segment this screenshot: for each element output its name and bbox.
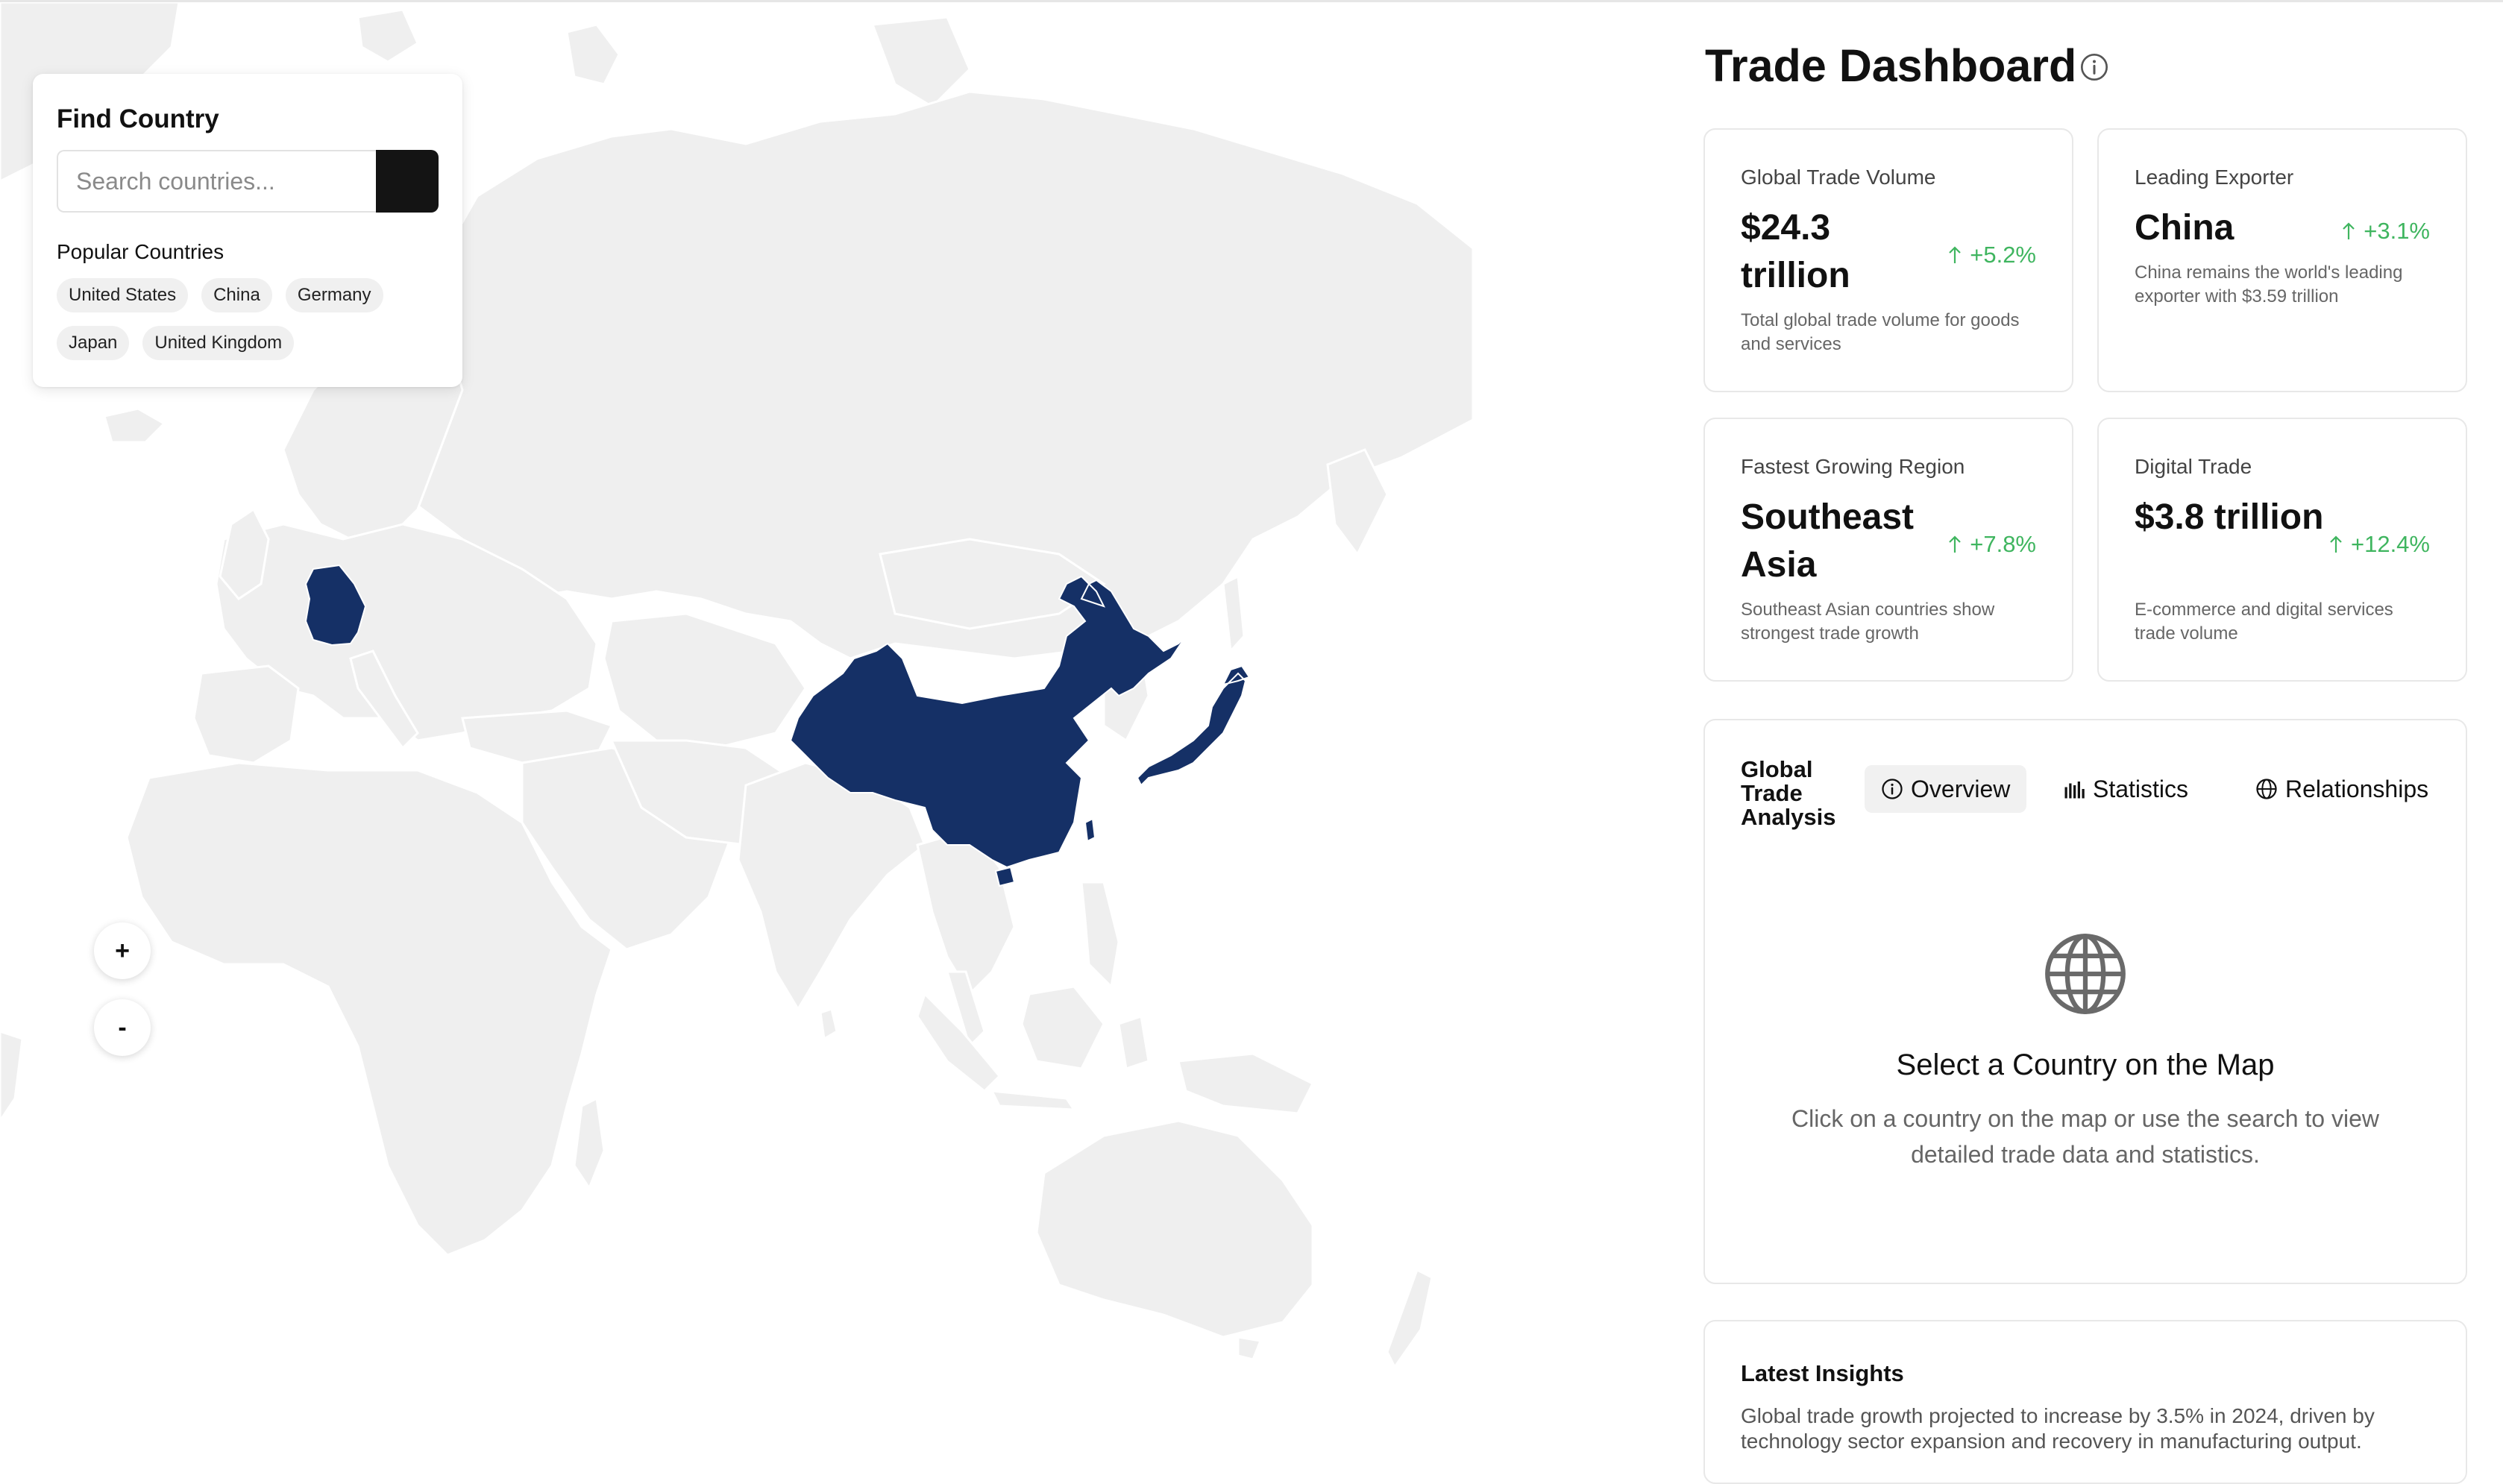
chip-united-kingdom[interactable]: United Kingdom xyxy=(142,326,295,360)
country-tasmania[interactable] xyxy=(1237,1336,1263,1361)
stat-card-global-trade-volume: Global Trade Volume $24.3 trillion +5.2%… xyxy=(1703,128,2073,392)
country-hainan[interactable] xyxy=(994,866,1016,887)
search-input[interactable] xyxy=(57,150,376,213)
country-philippines[interactable] xyxy=(1080,881,1120,990)
globe-icon xyxy=(2045,934,2126,1014)
stat-card-label: Leading Exporter xyxy=(2135,166,2294,189)
info-icon[interactable] xyxy=(2079,52,2109,82)
country-borneo[interactable] xyxy=(1020,985,1105,1070)
empty-state-title: Select a Country on the Map xyxy=(1896,1048,2275,1081)
tab-label: Statistics xyxy=(2093,775,2189,802)
country-south-america-edge[interactable] xyxy=(0,1030,24,1123)
chip-china[interactable]: China xyxy=(201,278,272,312)
insights-text: Global trade growth projected to increas… xyxy=(1741,1404,2375,1453)
country-madagascar[interactable] xyxy=(573,1096,606,1191)
empty-state-description: Click on a country on the map or use the… xyxy=(1791,1105,2379,1168)
insights-title: Latest Insights xyxy=(1741,1360,1904,1386)
stat-card-value: $3.8 trillion xyxy=(2135,497,2324,537)
zoom-out-button[interactable]: - xyxy=(94,999,151,1056)
stat-card-label: Digital Trade xyxy=(2135,455,2252,478)
tab-label: Overview xyxy=(1911,775,2011,802)
country-sulawesi[interactable] xyxy=(1117,1015,1150,1070)
stat-card-description: China remains the world's leading export… xyxy=(2135,262,2403,306)
country-severnaya-zemlya[interactable] xyxy=(870,16,971,108)
world-map[interactable]: Find Country Popular Countries United St… xyxy=(0,2,1492,1448)
stat-card-change: +7.8% xyxy=(1947,531,2036,558)
stat-card-label: Fastest Growing Region xyxy=(1741,455,1965,478)
country-australia[interactable] xyxy=(1035,1119,1314,1339)
search-row xyxy=(34,75,439,213)
info-icon xyxy=(1882,779,1903,799)
stat-card-description: Southeast Asian countries show strongest… xyxy=(1741,600,1995,644)
stat-card-change: +5.2% xyxy=(1947,242,2036,268)
stat-card-change-value: +5.2% xyxy=(1970,242,2036,268)
tab-label: Relationships xyxy=(2285,775,2429,802)
country-iceland[interactable] xyxy=(103,407,166,444)
stat-card-change-value: +3.1% xyxy=(2364,218,2430,244)
stat-card-change-value: +12.4% xyxy=(2350,531,2430,557)
country-new-zealand[interactable] xyxy=(1386,1268,1433,1369)
country-sri-lanka[interactable] xyxy=(819,1007,838,1041)
popular-countries-list: United States China Germany Japan United… xyxy=(57,278,445,360)
stat-card-change: +3.1% xyxy=(2341,218,2430,245)
stat-card-value: Southeast Asia xyxy=(1741,497,1915,585)
country-iberia[interactable] xyxy=(192,664,300,764)
stat-card-value: $24.3 trillion xyxy=(1741,208,1850,295)
country-sakhalin[interactable] xyxy=(1222,574,1246,654)
latest-insights-panel: Latest Insights Global trade growth proj… xyxy=(1703,1320,2467,1484)
find-country-panel: Find Country Popular Countries United St… xyxy=(33,74,462,387)
arrow-up-icon xyxy=(2330,535,2342,553)
global-trade-analysis-panel: Global Trade Analysis Overview Statistic… xyxy=(1703,719,2467,1284)
country-taiwan[interactable] xyxy=(1084,817,1096,843)
analysis-title: Global Trade Analysis xyxy=(1741,756,1836,830)
chip-united-states[interactable]: United States xyxy=(57,278,189,312)
tab-relationships[interactable]: Relationships xyxy=(2239,765,2445,813)
stat-card-value: China xyxy=(2135,208,2235,248)
stat-card-fastest-growing-region: Fastest Growing Region Southeast Asia +7… xyxy=(1703,418,2073,682)
page-title: Trade Dashboard xyxy=(1705,40,2077,91)
chip-japan[interactable]: Japan xyxy=(57,326,130,360)
arrow-up-icon xyxy=(2343,222,2355,239)
stat-card-change-value: +7.8% xyxy=(1970,531,2036,557)
bar-chart-icon xyxy=(2064,782,2085,799)
chip-germany[interactable]: Germany xyxy=(285,278,383,312)
stat-card-leading-exporter: Leading Exporter China +3.1% China remai… xyxy=(2097,128,2467,392)
search-button[interactable] xyxy=(34,75,439,213)
country-java[interactable] xyxy=(990,1090,1076,1111)
stat-card-label: Global Trade Volume xyxy=(1741,166,1936,189)
tab-statistics[interactable]: Statistics xyxy=(2047,765,2205,813)
stat-card-digital-trade: Digital Trade $3.8 trillion +12.4% E-com… xyxy=(2097,418,2467,682)
arrow-up-icon xyxy=(1949,246,1962,263)
tab-overview[interactable]: Overview xyxy=(1865,765,2027,813)
stat-card-description: Total global trade volume for goods and … xyxy=(1741,310,2020,354)
stat-card-change: +12.4% xyxy=(2328,531,2430,558)
country-new-guinea[interactable] xyxy=(1177,1052,1315,1115)
zoom-in-button[interactable]: + xyxy=(94,922,151,979)
find-country-title: Find Country xyxy=(57,104,219,133)
globe-icon xyxy=(2256,779,2277,799)
search-icon xyxy=(34,75,51,92)
stat-card-description: E-commerce and digital services trade vo… xyxy=(2135,600,2393,644)
popular-countries-label: Popular Countries xyxy=(57,240,224,263)
country-japan[interactable] xyxy=(1136,664,1251,787)
arrow-up-icon xyxy=(1949,535,1962,553)
country-central-asia[interactable] xyxy=(603,612,807,749)
country-svalbard[interactable] xyxy=(357,8,419,63)
country-novaya-zemlya[interactable] xyxy=(565,23,621,86)
